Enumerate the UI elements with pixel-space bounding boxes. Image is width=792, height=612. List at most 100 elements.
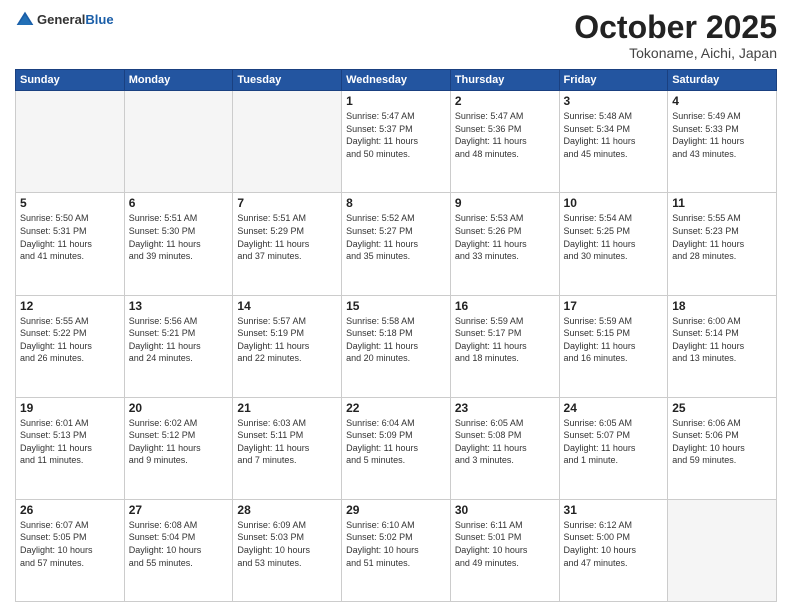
logo: GeneralBlue xyxy=(15,10,114,30)
day-number: 2 xyxy=(455,94,555,108)
day-info: Sunrise: 5:51 AM Sunset: 5:30 PM Dayligh… xyxy=(129,212,229,262)
day-number: 7 xyxy=(237,196,337,210)
day-info: Sunrise: 5:47 AM Sunset: 5:37 PM Dayligh… xyxy=(346,110,446,160)
calendar-cell: 8Sunrise: 5:52 AM Sunset: 5:27 PM Daylig… xyxy=(342,193,451,295)
calendar-cell: 11Sunrise: 5:55 AM Sunset: 5:23 PM Dayli… xyxy=(668,193,777,295)
day-number: 5 xyxy=(20,196,120,210)
calendar-cell: 18 Sunrise: 6:00 AM Sunset: 5:14 PM Dayli… xyxy=(668,295,777,397)
day-number: 26 xyxy=(20,503,120,517)
calendar-cell: 19Sunrise: 6:01 AM Sunset: 5:13 PM Dayli… xyxy=(16,397,125,499)
calendar-cell: 26 Sunrise: 6:07 AM Sunset: 5:05 PM Dayli… xyxy=(16,499,125,601)
day-info: Sunrise: 5:52 AM Sunset: 5:27 PM Dayligh… xyxy=(346,212,446,262)
day-info: Sunrise: 5:51 AM Sunset: 5:29 PM Dayligh… xyxy=(237,212,337,262)
day-number: 20 xyxy=(129,401,229,415)
calendar-cell: 13 Sunrise: 5:56 AM Sunset: 5:21 PM Dayli… xyxy=(124,295,233,397)
day-info: Sunrise: 6:01 AM Sunset: 5:13 PM Dayligh… xyxy=(20,417,120,467)
day-number: 12 xyxy=(20,299,120,313)
calendar-cell xyxy=(16,91,125,193)
week-row-2: 5 Sunrise: 5:50 AM Sunset: 5:31 PM Daylig… xyxy=(16,193,777,295)
calendar-cell: 5 Sunrise: 5:50 AM Sunset: 5:31 PM Daylig… xyxy=(16,193,125,295)
day-info: Sunrise: 6:03 AM Sunset: 5:11 PM Dayligh… xyxy=(237,417,337,467)
logo-text: GeneralBlue xyxy=(37,11,114,29)
day-info: Sunrise: 6:05 AM Sunset: 5:08 PM Dayligh… xyxy=(455,417,555,467)
day-info: Sunrise: 6:09 AM Sunset: 5:03 PM Dayligh… xyxy=(237,519,337,569)
col-monday: Monday xyxy=(124,70,233,91)
day-info: Sunrise: 6:04 AM Sunset: 5:09 PM Dayligh… xyxy=(346,417,446,467)
day-number: 17 xyxy=(564,299,664,313)
day-number: 4 xyxy=(672,94,772,108)
calendar-cell: 16Sunrise: 5:59 AM Sunset: 5:17 PM Dayli… xyxy=(450,295,559,397)
day-number: 6 xyxy=(129,196,229,210)
calendar-cell: 12 Sunrise: 5:55 AM Sunset: 5:22 PM Dayli… xyxy=(16,295,125,397)
col-saturday: Saturday xyxy=(668,70,777,91)
day-info: Sunrise: 6:11 AM Sunset: 5:01 PM Dayligh… xyxy=(455,519,555,569)
calendar-cell: 17 Sunrise: 5:59 AM Sunset: 5:15 PM Dayli… xyxy=(559,295,668,397)
col-tuesday: Tuesday xyxy=(233,70,342,91)
day-info: Sunrise: 5:59 AM Sunset: 5:15 PM Dayligh… xyxy=(564,315,664,365)
day-number: 31 xyxy=(564,503,664,517)
calendar-cell: 2 Sunrise: 5:47 AM Sunset: 5:36 PM Daylig… xyxy=(450,91,559,193)
calendar-cell: 27Sunrise: 6:08 AM Sunset: 5:04 PM Dayli… xyxy=(124,499,233,601)
calendar-cell: 9Sunrise: 5:53 AM Sunset: 5:26 PM Daylig… xyxy=(450,193,559,295)
day-number: 15 xyxy=(346,299,446,313)
day-number: 23 xyxy=(455,401,555,415)
calendar-cell: 15 Sunrise: 5:58 AM Sunset: 5:18 PM Dayli… xyxy=(342,295,451,397)
calendar-cell: 14Sunrise: 5:57 AM Sunset: 5:19 PM Dayli… xyxy=(233,295,342,397)
day-info: Sunrise: 6:00 AM Sunset: 5:14 PM Dayligh… xyxy=(672,315,772,365)
calendar-cell: 25 Sunrise: 6:06 AM Sunset: 5:06 PM Dayli… xyxy=(668,397,777,499)
day-number: 16 xyxy=(455,299,555,313)
header-row: Sunday Monday Tuesday Wednesday Thursday… xyxy=(16,70,777,91)
col-thursday: Thursday xyxy=(450,70,559,91)
calendar-cell: 24 Sunrise: 6:05 AM Sunset: 5:07 PM Dayli… xyxy=(559,397,668,499)
calendar-cell: 3Sunrise: 5:48 AM Sunset: 5:34 PM Daylig… xyxy=(559,91,668,193)
day-info: Sunrise: 5:50 AM Sunset: 5:31 PM Dayligh… xyxy=(20,212,120,262)
day-info: Sunrise: 6:06 AM Sunset: 5:06 PM Dayligh… xyxy=(672,417,772,467)
day-info: Sunrise: 5:57 AM Sunset: 5:19 PM Dayligh… xyxy=(237,315,337,365)
day-info: Sunrise: 6:07 AM Sunset: 5:05 PM Dayligh… xyxy=(20,519,120,569)
day-info: Sunrise: 6:08 AM Sunset: 5:04 PM Dayligh… xyxy=(129,519,229,569)
day-number: 22 xyxy=(346,401,446,415)
day-number: 25 xyxy=(672,401,772,415)
day-number: 9 xyxy=(455,196,555,210)
calendar-page: GeneralBlue October 2025 Tokoname, Aichi… xyxy=(0,0,792,612)
day-info: Sunrise: 5:56 AM Sunset: 5:21 PM Dayligh… xyxy=(129,315,229,365)
week-row-3: 12 Sunrise: 5:55 AM Sunset: 5:22 PM Dayli… xyxy=(16,295,777,397)
week-row-1: 1 Sunrise: 5:47 AM Sunset: 5:37 PM Daylig… xyxy=(16,91,777,193)
day-number: 24 xyxy=(564,401,664,415)
calendar-cell xyxy=(124,91,233,193)
day-number: 18 xyxy=(672,299,772,313)
day-info: Sunrise: 6:12 AM Sunset: 5:00 PM Dayligh… xyxy=(564,519,664,569)
day-info: Sunrise: 5:55 AM Sunset: 5:22 PM Dayligh… xyxy=(20,315,120,365)
calendar-cell: 21 Sunrise: 6:03 AM Sunset: 5:11 PM Dayli… xyxy=(233,397,342,499)
day-number: 11 xyxy=(672,196,772,210)
calendar-cell: 1 Sunrise: 5:47 AM Sunset: 5:37 PM Daylig… xyxy=(342,91,451,193)
calendar-cell: 20Sunrise: 6:02 AM Sunset: 5:12 PM Dayli… xyxy=(124,397,233,499)
calendar-cell: 10Sunrise: 5:54 AM Sunset: 5:25 PM Dayli… xyxy=(559,193,668,295)
calendar-cell xyxy=(668,499,777,601)
logo-blue: Blue xyxy=(85,12,113,27)
col-wednesday: Wednesday xyxy=(342,70,451,91)
day-number: 30 xyxy=(455,503,555,517)
day-number: 21 xyxy=(237,401,337,415)
calendar-cell: 23 Sunrise: 6:05 AM Sunset: 5:08 PM Dayli… xyxy=(450,397,559,499)
week-row-4: 19Sunrise: 6:01 AM Sunset: 5:13 PM Dayli… xyxy=(16,397,777,499)
calendar-cell: 7 Sunrise: 5:51 AM Sunset: 5:29 PM Daylig… xyxy=(233,193,342,295)
calendar-table: Sunday Monday Tuesday Wednesday Thursday… xyxy=(15,69,777,602)
logo-icon xyxy=(15,10,35,30)
day-info: Sunrise: 5:58 AM Sunset: 5:18 PM Dayligh… xyxy=(346,315,446,365)
day-info: Sunrise: 5:48 AM Sunset: 5:34 PM Dayligh… xyxy=(564,110,664,160)
month-title: October 2025 xyxy=(574,10,777,45)
calendar-cell: 31 Sunrise: 6:12 AM Sunset: 5:00 PM Dayli… xyxy=(559,499,668,601)
logo-general: General xyxy=(37,12,85,27)
day-number: 1 xyxy=(346,94,446,108)
day-number: 13 xyxy=(129,299,229,313)
day-number: 29 xyxy=(346,503,446,517)
week-row-5: 26 Sunrise: 6:07 AM Sunset: 5:05 PM Dayli… xyxy=(16,499,777,601)
header: GeneralBlue October 2025 Tokoname, Aichi… xyxy=(15,10,777,61)
calendar-cell xyxy=(233,91,342,193)
calendar-cell: 28Sunrise: 6:09 AM Sunset: 5:03 PM Dayli… xyxy=(233,499,342,601)
day-info: Sunrise: 5:47 AM Sunset: 5:36 PM Dayligh… xyxy=(455,110,555,160)
location-subtitle: Tokoname, Aichi, Japan xyxy=(574,45,777,61)
day-info: Sunrise: 6:05 AM Sunset: 5:07 PM Dayligh… xyxy=(564,417,664,467)
day-info: Sunrise: 5:54 AM Sunset: 5:25 PM Dayligh… xyxy=(564,212,664,262)
